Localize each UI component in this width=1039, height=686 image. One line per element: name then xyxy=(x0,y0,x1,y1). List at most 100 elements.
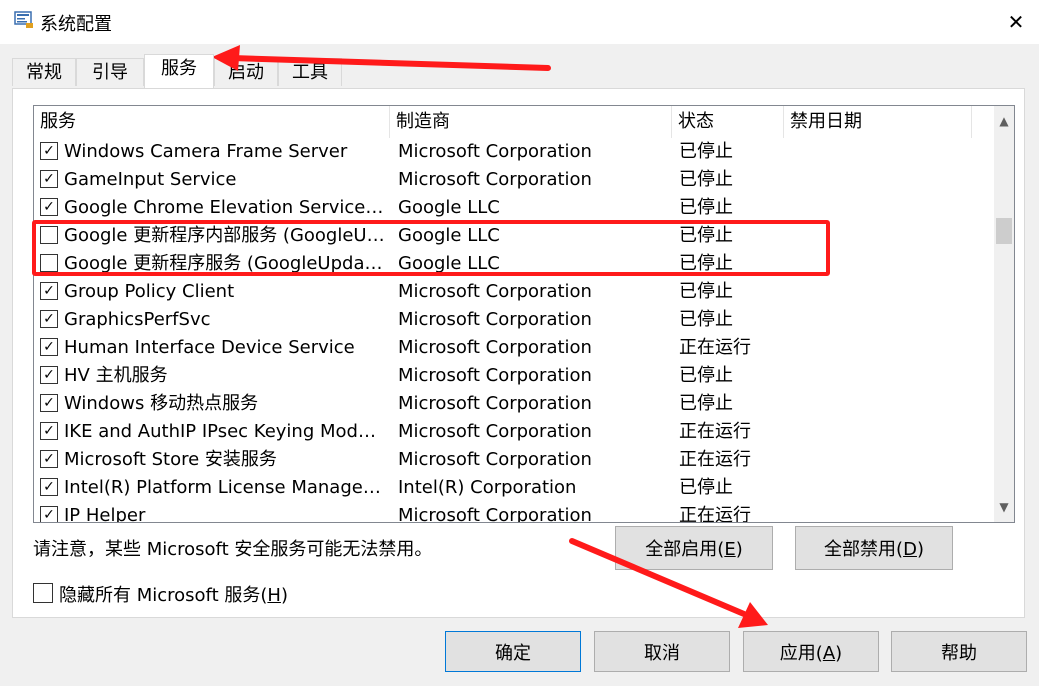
service-name: Google 更新程序服务 (GoogleUpdate... xyxy=(64,253,386,274)
service-manufacturer: Google LLC xyxy=(398,197,500,218)
scroll-down-icon[interactable]: ▼ xyxy=(994,492,1014,522)
help-button[interactable]: 帮助 xyxy=(891,631,1027,672)
table-row[interactable]: ✓ Group Policy Client Microsoft Corporat… xyxy=(34,278,994,306)
enable-all-button[interactable]: 全部启用(E) xyxy=(615,526,773,570)
service-checkbox[interactable]: ✓ xyxy=(40,310,58,328)
table-row[interactable]: ✓ IP Helper Microsoft Corporation 正在运行 xyxy=(34,502,994,523)
service-manufacturer: Microsoft Corporation xyxy=(398,421,592,442)
service-manufacturer: Microsoft Corporation xyxy=(398,309,592,330)
column-header-disabled-date[interactable]: 禁用日期 xyxy=(784,106,972,138)
services-panel: 服务 制造商 状态 禁用日期 ✓ Windows Camera Frame Se… xyxy=(12,88,1025,618)
service-manufacturer: Microsoft Corporation xyxy=(398,337,592,358)
close-button[interactable]: ✕ xyxy=(993,0,1039,44)
service-manufacturer: Microsoft Corporation xyxy=(398,505,592,523)
service-status: 正在运行 xyxy=(679,505,751,523)
service-name: GraphicsPerfSvc xyxy=(64,309,211,330)
service-name: Human Interface Device Service xyxy=(64,337,355,358)
service-status: 已停止 xyxy=(679,225,733,246)
table-row[interactable]: ✓ Intel(R) Platform License Manager S...… xyxy=(34,474,994,502)
service-manufacturer: Google LLC xyxy=(398,253,500,274)
service-status: 已停止 xyxy=(679,169,733,190)
service-checkbox[interactable]: ✓ xyxy=(40,366,58,384)
service-checkbox[interactable] xyxy=(40,226,58,244)
table-row[interactable]: ✓ Windows Camera Frame Server Microsoft … xyxy=(34,138,994,166)
column-header-service[interactable]: 服务 xyxy=(34,106,390,138)
service-name: Windows Camera Frame Server xyxy=(64,141,348,162)
service-manufacturer: Microsoft Corporation xyxy=(398,393,592,414)
window-title: 系统配置 xyxy=(40,14,112,35)
title-bar: 系统配置 ✕ xyxy=(0,0,1039,44)
service-name: Google 更新程序内部服务 (GoogleUp... xyxy=(64,225,386,246)
hide-microsoft-services-label: 隐藏所有 Microsoft 服务(H) xyxy=(59,585,288,606)
service-checkbox[interactable]: ✓ xyxy=(40,394,58,412)
services-list[interactable]: 服务 制造商 状态 禁用日期 ✓ Windows Camera Frame Se… xyxy=(33,105,1015,523)
table-row[interactable]: Google 更新程序内部服务 (GoogleUp... Google LLC … xyxy=(34,222,994,250)
service-name: Windows 移动热点服务 xyxy=(64,393,259,414)
service-manufacturer: Microsoft Corporation xyxy=(398,281,592,302)
column-header-manufacturer[interactable]: 制造商 xyxy=(390,106,672,138)
table-row[interactable]: ✓ Microsoft Store 安装服务 Microsoft Corpora… xyxy=(34,446,994,474)
service-manufacturer: Intel(R) Corporation xyxy=(398,477,577,498)
tab-tools[interactable]: 工具 xyxy=(278,58,342,86)
disable-all-button[interactable]: 全部禁用(D) xyxy=(795,526,953,570)
service-status: 已停止 xyxy=(679,197,733,218)
service-status: 已停止 xyxy=(679,281,733,302)
scroll-up-icon[interactable]: ▲ xyxy=(994,106,1014,136)
service-status: 已停止 xyxy=(679,477,733,498)
service-manufacturer: Microsoft Corporation xyxy=(398,169,592,190)
service-name: Group Policy Client xyxy=(64,281,235,302)
tab-startup[interactable]: 启动 xyxy=(214,58,278,86)
service-name: Intel(R) Platform License Manager S... xyxy=(64,477,386,498)
table-row[interactable]: ✓ HV 主机服务 Microsoft Corporation 已停止 xyxy=(34,362,994,390)
apply-button[interactable]: 应用(A) xyxy=(743,631,879,672)
service-checkbox[interactable]: ✓ xyxy=(40,422,58,440)
list-header: 服务 制造商 状态 禁用日期 xyxy=(34,106,994,138)
service-status: 已停止 xyxy=(679,141,733,162)
service-checkbox[interactable]: ✓ xyxy=(40,170,58,188)
service-status: 已停止 xyxy=(679,365,733,386)
vertical-scrollbar[interactable]: ▲ ▼ xyxy=(994,106,1014,522)
service-checkbox[interactable]: ✓ xyxy=(40,506,58,522)
system-config-app-icon xyxy=(14,11,33,28)
service-manufacturer: Microsoft Corporation xyxy=(398,449,592,470)
cancel-button[interactable]: 取消 xyxy=(594,631,730,672)
table-row[interactable]: Google 更新程序服务 (GoogleUpdate... Google LL… xyxy=(34,250,994,278)
service-name: Google Chrome Elevation Service (G... xyxy=(64,197,386,218)
table-row[interactable]: ✓ GraphicsPerfSvc Microsoft Corporation … xyxy=(34,306,994,334)
tab-boot[interactable]: 引导 xyxy=(76,58,144,86)
service-name: Microsoft Store 安装服务 xyxy=(64,449,277,470)
column-header-status[interactable]: 状态 xyxy=(672,106,784,138)
service-status: 正在运行 xyxy=(679,421,751,442)
service-status: 已停止 xyxy=(679,309,733,330)
table-row[interactable]: ✓ Google Chrome Elevation Service (G... … xyxy=(34,194,994,222)
service-status: 正在运行 xyxy=(679,449,751,470)
table-row[interactable]: ✓ GameInput Service Microsoft Corporatio… xyxy=(34,166,994,194)
service-checkbox[interactable] xyxy=(40,254,58,272)
service-manufacturer: Microsoft Corporation xyxy=(398,365,592,386)
service-checkbox[interactable]: ✓ xyxy=(40,142,58,160)
scrollbar-thumb[interactable] xyxy=(996,218,1012,244)
service-checkbox[interactable]: ✓ xyxy=(40,282,58,300)
service-status: 正在运行 xyxy=(679,337,751,358)
security-note: 请注意，某些 Microsoft 安全服务可能无法禁用。 xyxy=(33,539,433,560)
ok-button[interactable]: 确定 xyxy=(445,631,581,672)
close-icon: ✕ xyxy=(1007,10,1025,34)
table-row[interactable]: ✓ Windows 移动热点服务 Microsoft Corporation 已… xyxy=(34,390,994,418)
service-checkbox[interactable]: ✓ xyxy=(40,450,58,468)
table-row[interactable]: ✓ Human Interface Device Service Microso… xyxy=(34,334,994,362)
hide-microsoft-services-checkbox[interactable] xyxy=(33,583,53,603)
service-name: IKE and AuthIP IPsec Keying Modules xyxy=(64,421,386,442)
service-checkbox[interactable]: ✓ xyxy=(40,338,58,356)
service-checkbox[interactable]: ✓ xyxy=(40,478,58,496)
table-row[interactable]: ✓ IKE and AuthIP IPsec Keying Modules Mi… xyxy=(34,418,994,446)
service-manufacturer: Google LLC xyxy=(398,225,500,246)
service-status: 已停止 xyxy=(679,253,733,274)
service-checkbox[interactable]: ✓ xyxy=(40,198,58,216)
service-name: IP Helper xyxy=(64,505,146,523)
service-status: 已停止 xyxy=(679,393,733,414)
tab-services[interactable]: 服务 xyxy=(144,54,214,88)
service-manufacturer: Microsoft Corporation xyxy=(398,141,592,162)
tab-general[interactable]: 常规 xyxy=(12,58,76,86)
service-name: GameInput Service xyxy=(64,169,237,190)
service-name: HV 主机服务 xyxy=(64,365,168,386)
